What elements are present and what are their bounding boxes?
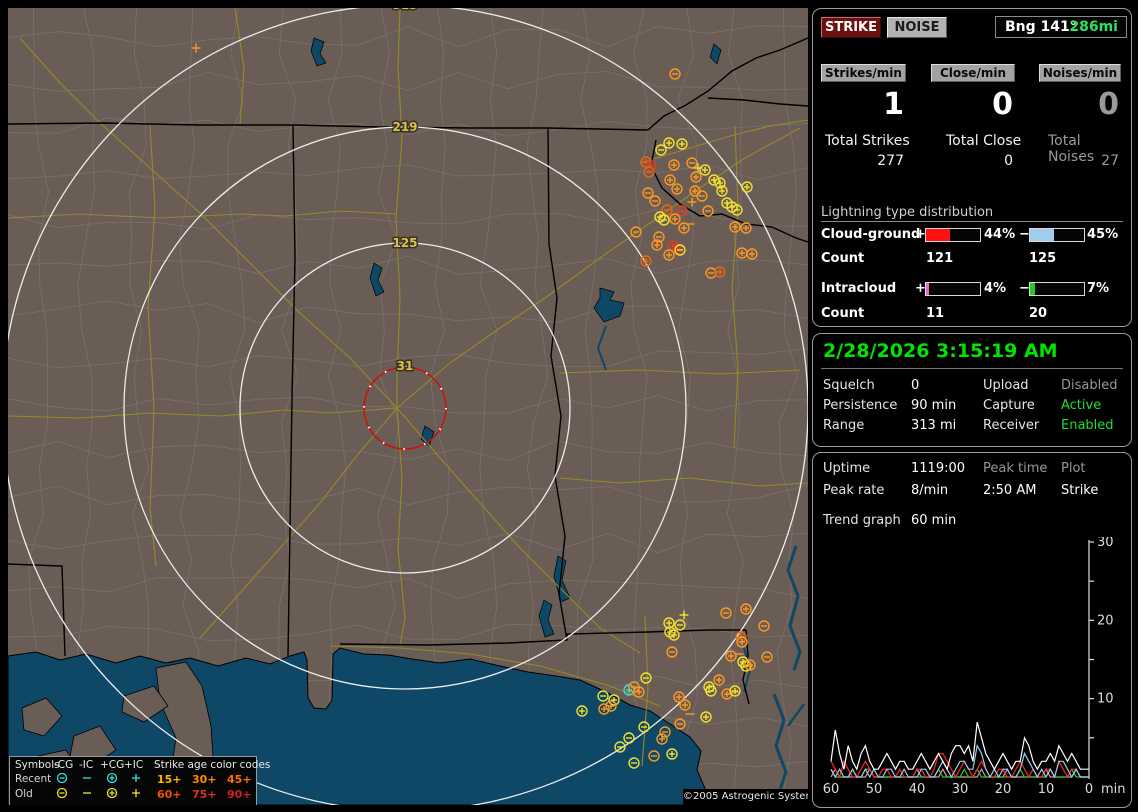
intracloud-label: Intracloud: [821, 281, 897, 296]
total-close-label: Total Close: [946, 133, 1022, 149]
bearing-distance: 286mi: [1069, 19, 1118, 35]
close-per-min-chip: Close/min: [931, 64, 1015, 82]
cg-pos-percent: 44%: [984, 227, 1016, 242]
x-tick-label: 0: [1085, 782, 1093, 797]
cg-count-label: Count: [821, 251, 865, 266]
range-ring-label: 313: [392, 8, 417, 12]
copyright-notice: ©2005 Astrogenic Systems: [683, 789, 808, 805]
range-label: Range: [823, 418, 865, 433]
total-strikes-value: 277: [877, 153, 904, 169]
map-svg: 313 219 125 31: [8, 8, 808, 805]
close-per-min-value: 0: [992, 87, 1013, 122]
plot-mode-value: Strike: [1061, 483, 1099, 498]
x-tick-label: 60: [823, 782, 840, 797]
distribution-title: Lightning type distribution: [821, 205, 994, 220]
cg-neg-bar-fill: [1030, 229, 1055, 241]
legend-symbols-recent: [56, 772, 140, 784]
status-panel: 2/28/2026 3:15:19 AM Squelch 0 Upload Di…: [812, 333, 1132, 447]
cg-neg-bar: [1029, 228, 1085, 242]
ic-neg-percent: 7%: [1087, 281, 1110, 296]
x-tick-label: 40: [909, 782, 926, 797]
persistence-label: Persistence: [823, 398, 898, 413]
peak-time-header: Peak time: [983, 461, 1048, 476]
trend-graph-label: Trend graph: [823, 513, 901, 528]
ic-pos-percent: 4%: [984, 281, 1007, 296]
receiver-label: Receiver: [983, 418, 1040, 433]
x-tick-label: 30: [952, 782, 969, 797]
strikes-per-min-value: 1: [883, 87, 904, 122]
peak-rate-label: Peak rate: [823, 483, 885, 498]
x-tick-label: 50: [866, 782, 883, 797]
ic-pos-count: 11: [926, 306, 945, 321]
legend-symbol-icons: [56, 772, 140, 799]
ic-pos-bar-fill: [926, 283, 929, 295]
plot-header: Plot: [1061, 461, 1086, 476]
total-noises-value: 27: [1101, 153, 1119, 169]
trend-graph-window: 60 min: [911, 513, 957, 528]
receiver-status: Enabled: [1061, 418, 1114, 433]
peak-rate-value: 8/min: [911, 483, 949, 498]
capture-status: Active: [1061, 398, 1102, 413]
map-legend: Symbols -CG -IC +CG +IC Strike age color…: [9, 756, 270, 805]
range-ring-label: 125: [392, 236, 417, 250]
x-axis-unit: min: [1101, 782, 1126, 797]
noises-per-min-value: 0: [1098, 87, 1119, 122]
total-strikes-label: Total Strikes: [825, 133, 910, 149]
legend-symbols-old: [56, 787, 140, 799]
noises-per-min-chip: Noises/min: [1039, 64, 1121, 82]
ic-neg-bar-fill: [1030, 283, 1035, 295]
cloud-ground-label: Cloud-ground: [821, 227, 921, 242]
ic-neg-count: 20: [1029, 306, 1048, 321]
range-value: 313 mi: [911, 418, 957, 433]
y-tick-label: 10: [1097, 692, 1114, 707]
uptime-value: 1119:00: [911, 461, 966, 476]
y-tick-label: 30: [1097, 537, 1114, 550]
bearing-box: Bng 141° 286mi: [995, 16, 1127, 38]
cg-pos-bar-fill: [926, 229, 950, 241]
ic-count-label: Count: [821, 306, 865, 321]
cg-pos-bar: [925, 228, 981, 242]
trend-panel: Uptime 1119:00 Peak time Plot Peak rate …: [812, 452, 1132, 808]
range-ring-label: 219: [392, 120, 417, 134]
upload-label: Upload: [983, 378, 1029, 393]
ic-pos-bar: [925, 282, 981, 296]
persistence-value: 90 min: [911, 398, 957, 413]
trend-graph: 10 20 30 60 50 40 30 20 10 0 min: [823, 537, 1126, 797]
strikes-per-min-chip: Strikes/min: [821, 64, 906, 82]
bearing-label: Bng 141°: [1005, 19, 1077, 35]
datetime-underline: [821, 368, 1123, 369]
capture-label: Capture: [983, 398, 1035, 413]
upload-status: Disabled: [1061, 378, 1118, 393]
datetime-display: 2/28/2026 3:15:19 AM: [823, 340, 1058, 362]
x-tick-label: 10: [1038, 782, 1055, 797]
counters-panel: STRIKE NOISE Bng 141° 286mi Strikes/min …: [812, 8, 1132, 327]
cg-neg-count: 125: [1029, 251, 1057, 266]
cg-neg-percent: 45%: [1087, 227, 1119, 242]
lightning-map[interactable]: 313 219 125 31 Symbols -CG -IC +CG +IC Stri…: [8, 8, 808, 805]
x-tick-label: 20: [995, 782, 1012, 797]
y-tick-label: 20: [1097, 613, 1114, 628]
peak-time-value: 2:50 AM: [983, 483, 1037, 498]
squelch-value: 0: [911, 378, 920, 393]
total-close-value: 0: [1004, 153, 1013, 169]
noise-button[interactable]: NOISE: [887, 17, 947, 38]
trend-series-CG+: [830, 752, 1089, 779]
uptime-label: Uptime: [823, 461, 871, 476]
ic-neg-bar: [1029, 282, 1085, 296]
strike-button[interactable]: STRIKE: [821, 17, 881, 38]
app-window: 313 219 125 31 Symbols -CG -IC +CG +IC Stri…: [0, 0, 1138, 812]
close-ring-label: 31: [397, 359, 414, 373]
cg-pos-count: 121: [926, 251, 954, 266]
squelch-label: Squelch: [823, 378, 875, 393]
distribution-underline: [821, 221, 1123, 222]
